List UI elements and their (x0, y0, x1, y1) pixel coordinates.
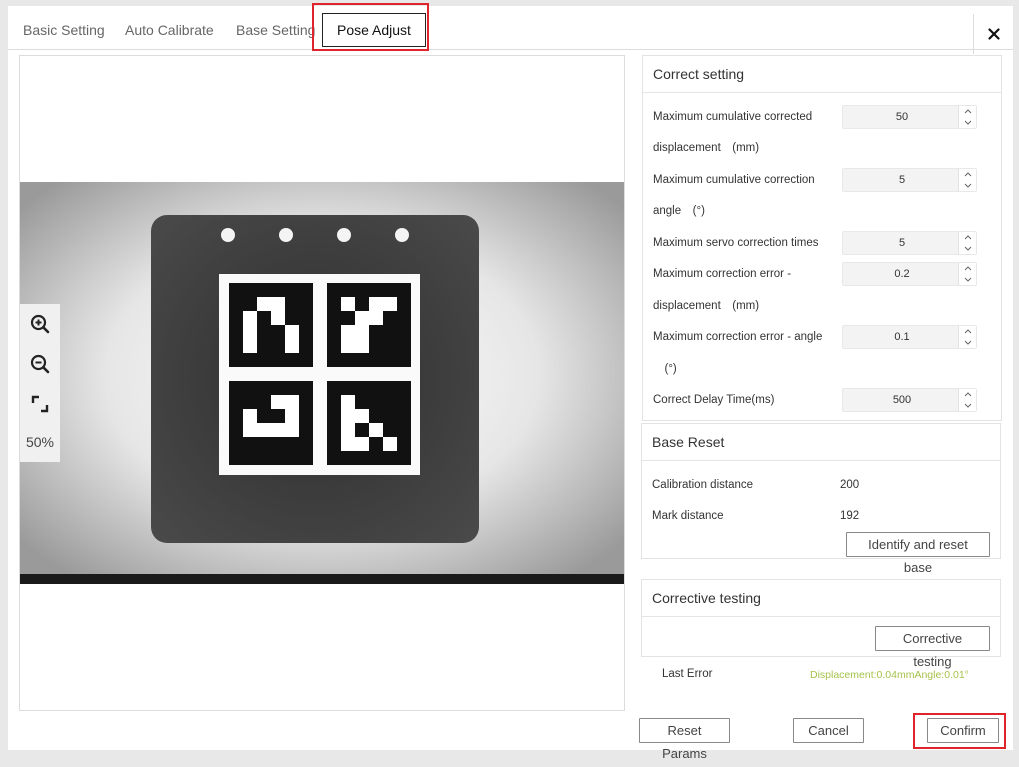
base-reset-panel: Base Reset Calibration distance 200 Mark… (641, 423, 1001, 575)
stepper-arrows (958, 326, 976, 348)
chevron-down-icon (964, 403, 971, 408)
pose-adjust-dialog: Basic Setting Auto Calibrate Base Settin… (8, 6, 1013, 761)
stepper-arrows (958, 232, 976, 254)
chevron-up-icon (964, 235, 971, 240)
mark-distance-value: 192 (840, 510, 860, 522)
increment-button[interactable] (959, 389, 976, 400)
increment-button[interactable] (959, 263, 976, 274)
zoom-in-icon (30, 314, 50, 334)
stepper-arrows (958, 263, 976, 285)
fit-screen-icon (31, 395, 49, 413)
correct-setting-title: Correct setting (643, 56, 1001, 93)
field-label: displacement (mm) (653, 142, 760, 154)
corrective-testing-button[interactable]: Corrective testing (875, 626, 990, 669)
increment-button[interactable] (959, 232, 976, 243)
stepper-arrows (958, 389, 976, 411)
correct-setting-panel: Correct setting Maximum cumulative corre… (642, 55, 1002, 421)
chevron-up-icon (964, 109, 971, 114)
base-reset-title: Base Reset (642, 424, 1000, 461)
corrective-testing-title: Corrective testing (642, 580, 1000, 617)
tab-basic-setting[interactable]: Basic Setting (23, 10, 105, 50)
last-error-label: Last Error (662, 668, 713, 680)
confirm-button[interactable]: Confirm (927, 718, 999, 743)
tab-bar: Basic Setting Auto Calibrate Base Settin… (8, 10, 1013, 54)
zoom-level: 50% (25, 434, 55, 450)
stepper-value: 50 (895, 111, 909, 123)
field-label: angle (°) (653, 205, 705, 217)
reset-params-button[interactable]: Reset Params (639, 718, 730, 761)
close-icon (987, 28, 1000, 40)
max-error-displacement-stepper[interactable]: 0.2 (842, 262, 977, 286)
close-button[interactable] (973, 14, 1013, 54)
chevron-down-icon (964, 183, 971, 188)
max-error-angle-stepper[interactable]: 0.1 (842, 325, 977, 349)
field-label: Maximum servo correction times (653, 237, 819, 249)
stepper-value: 5 (898, 237, 906, 249)
increment-button[interactable] (959, 106, 976, 117)
chevron-up-icon (964, 329, 971, 334)
field-label: displacement (mm) (653, 300, 760, 312)
chevron-down-icon (964, 340, 971, 345)
field-label: Maximum cumulative corrected (653, 111, 813, 123)
max-cumulative-angle-stepper[interactable]: 5 (842, 168, 977, 192)
stepper-arrows (958, 106, 976, 128)
max-cumulative-displacement-stepper[interactable]: 50 (842, 105, 977, 129)
chevron-up-icon (964, 266, 971, 271)
zoom-out-icon (30, 354, 50, 374)
mark-distance-label: Mark distance (652, 510, 724, 522)
field-label: (°) (653, 363, 677, 375)
tab-base-setting[interactable]: Base Setting (236, 10, 315, 50)
stepper-value: 0.2 (894, 268, 910, 280)
decrement-button[interactable] (959, 180, 976, 191)
decrement-button[interactable] (959, 274, 976, 285)
tab-auto-calibrate[interactable]: Auto Calibrate (125, 10, 214, 50)
increment-button[interactable] (959, 326, 976, 337)
zoom-out-button[interactable] (28, 352, 52, 376)
corrective-testing-panel: Corrective testing Corrective testing (641, 579, 1001, 669)
field-label: Maximum cumulative correction (653, 174, 815, 186)
last-error-value: Displacement:0.04mmAngle:0.01° (810, 669, 969, 681)
calibration-distance-value: 200 (840, 479, 860, 491)
increment-button[interactable] (959, 169, 976, 180)
field-label: Maximum correction error - (653, 268, 792, 280)
tab-pose-adjust[interactable]: Pose Adjust (322, 13, 426, 47)
field-label: Maximum correction error - angle (653, 331, 823, 343)
fit-screen-button[interactable] (28, 392, 52, 416)
camera-image (20, 182, 624, 584)
stepper-value: 0.1 (894, 331, 910, 343)
chevron-down-icon (964, 246, 971, 251)
chevron-up-icon (964, 172, 971, 177)
zoom-toolbar: 50% (20, 304, 60, 462)
stepper-value: 5 (898, 174, 906, 186)
decrement-button[interactable] (959, 400, 976, 411)
correct-delay-time-stepper[interactable]: 500 (842, 388, 977, 412)
chevron-up-icon (964, 392, 971, 397)
zoom-in-button[interactable] (28, 312, 52, 336)
field-label: Correct Delay Time(ms) (653, 394, 775, 406)
chevron-down-icon (964, 277, 971, 282)
cancel-button[interactable]: Cancel (793, 718, 864, 743)
chevron-down-icon (964, 120, 971, 125)
stepper-arrows (958, 169, 976, 191)
camera-viewer[interactable]: 50% (19, 55, 625, 711)
decrement-button[interactable] (959, 117, 976, 128)
max-servo-times-stepper[interactable]: 5 (842, 231, 977, 255)
decrement-button[interactable] (959, 337, 976, 348)
identify-reset-base-button[interactable]: Identify and reset base (846, 532, 990, 575)
stepper-value: 500 (892, 394, 912, 406)
calibration-distance-label: Calibration distance (652, 479, 754, 491)
decrement-button[interactable] (959, 243, 976, 254)
